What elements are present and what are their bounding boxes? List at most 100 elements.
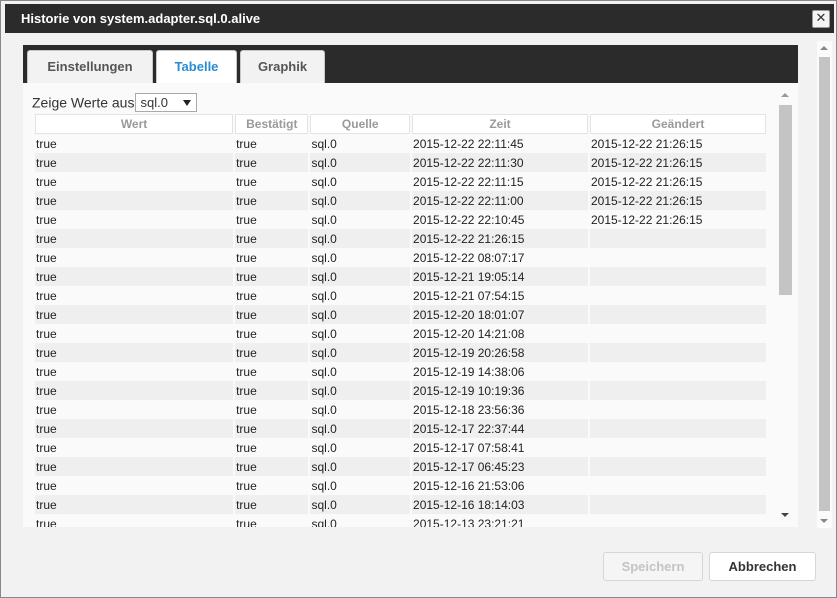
- table-scrollbar[interactable]: [777, 87, 794, 521]
- tab-einstellungen[interactable]: Einstellungen: [27, 50, 153, 83]
- column-header-wert[interactable]: Wert: [35, 114, 234, 134]
- cell-zeit: 2015-12-20 18:01:07: [412, 305, 588, 324]
- cell-geaendert: [590, 362, 766, 381]
- table-tab-content: Zeige Werte aus sql.0 Wert Bestätigt Quel…: [23, 83, 798, 527]
- cell-wert: true: [36, 402, 57, 417]
- scroll-up-arrow-icon[interactable]: [820, 46, 828, 50]
- table-row[interactable]: true true sql.0 2015-12-22 08:07:17: [35, 248, 766, 267]
- cell-zeit: 2015-12-17 22:37:44: [412, 419, 588, 438]
- table-row[interactable]: true true sql.0 2015-12-19 14:38:06: [35, 362, 766, 381]
- cell-zeit: 2015-12-17 06:45:23: [412, 457, 588, 476]
- cell-geaendert: [590, 343, 766, 362]
- cell-bestaetigt: true: [235, 343, 309, 362]
- table-row[interactable]: true true sql.0 2015-12-22 22:11:15 2015-12-…: [35, 172, 766, 191]
- table-row[interactable]: true true sql.0 2015-12-20 18:01:07: [35, 305, 766, 324]
- scroll-up-arrow-icon[interactable]: [781, 93, 789, 97]
- tab-tabelle[interactable]: Tabelle: [156, 50, 237, 83]
- cell-geaendert: [590, 286, 766, 305]
- cell-wert: true: [35, 381, 234, 400]
- table-scrollbar-thumb[interactable]: [779, 105, 792, 295]
- table-row[interactable]: true true sql.0 2015-12-19 10:19:36: [35, 381, 766, 400]
- cell-quelle: sql.0: [311, 212, 337, 227]
- cell-bestaetigt: true: [235, 457, 309, 476]
- column-header-quelle[interactable]: Quelle: [310, 114, 411, 134]
- cell-quelle: sql.0: [311, 516, 337, 528]
- cell-bestaetigt: true: [235, 381, 309, 400]
- column-header-zeit[interactable]: Zeit: [412, 114, 588, 134]
- table-row[interactable]: true true sql.0 2015-12-22 22:11:30 2015-12-…: [35, 153, 766, 172]
- cell-quelle: sql.0: [311, 250, 337, 265]
- cell-zeit: 2015-12-16 18:14:03: [412, 495, 588, 514]
- tab-graphik[interactable]: Graphik: [240, 50, 325, 83]
- close-icon: ✕: [815, 11, 827, 26]
- cell-quelle: sql.0: [311, 136, 337, 151]
- cell-bestaetigt: true: [236, 402, 257, 417]
- dialog-title: Historie von system.adapter.sql.0.alive: [21, 11, 261, 26]
- table-row[interactable]: true true sql.0 2015-12-17 07:58:41: [35, 438, 766, 457]
- table-row[interactable]: true true sql.0 2015-12-13 23:21:21: [35, 514, 766, 528]
- dialog-titlebar[interactable]: Historie von system.adapter.sql.0.alive …: [5, 4, 834, 33]
- source-select-value: sql.0: [140, 95, 168, 110]
- cell-quelle: sql.0: [310, 153, 411, 172]
- scroll-down-arrow-icon[interactable]: [820, 519, 828, 523]
- cell-wert: true: [36, 288, 57, 303]
- table-body: true true sql.0 2015-12-22 22:11:45 2015-12-…: [35, 134, 766, 527]
- cell-zeit: 2015-12-19 14:38:06: [413, 364, 525, 379]
- cell-zeit: 2015-12-22 22:11:30: [412, 153, 588, 172]
- table-row[interactable]: true true sql.0 2015-12-22 21:26:15: [35, 229, 766, 248]
- cell-bestaetigt: true: [235, 495, 309, 514]
- table-row[interactable]: true true sql.0 2015-12-22 22:11:00 2015-12-…: [35, 191, 766, 210]
- save-button[interactable]: Speichern: [603, 552, 703, 581]
- close-button[interactable]: ✕: [812, 10, 830, 28]
- source-select[interactable]: sql.0: [135, 93, 198, 112]
- column-header-bestaetigt[interactable]: Bestätigt: [235, 114, 309, 134]
- cell-bestaetigt: true: [236, 364, 257, 379]
- table-row[interactable]: true true sql.0 2015-12-17 06:45:23: [35, 457, 766, 476]
- cell-geaendert: [590, 438, 766, 457]
- table-row[interactable]: true true sql.0 2015-12-22 22:10:45 2015-12-…: [35, 210, 766, 229]
- table-header-row: Wert Bestätigt Quelle Zeit Geändert: [35, 114, 766, 134]
- tab-bar: Einstellungen Tabelle Graphik: [23, 45, 798, 83]
- table-row[interactable]: true true sql.0 2015-12-17 22:37:44: [35, 419, 766, 438]
- cell-zeit: 2015-12-17 07:58:41: [413, 440, 525, 455]
- table-row[interactable]: true true sql.0 2015-12-22 22:11:45 2015-12-…: [35, 134, 766, 153]
- column-header-geaendert[interactable]: Geändert: [590, 114, 766, 134]
- table-row[interactable]: true true sql.0 2015-12-21 07:54:15: [35, 286, 766, 305]
- cell-quelle: sql.0: [310, 191, 411, 210]
- table-row[interactable]: true true sql.0 2015-12-16 18:14:03: [35, 495, 766, 514]
- table-row[interactable]: true true sql.0 2015-12-21 19:05:14: [35, 267, 766, 286]
- cell-wert: true: [36, 478, 57, 493]
- source-filter: Zeige Werte aus sql.0: [32, 93, 198, 112]
- cell-bestaetigt: true: [236, 478, 257, 493]
- cell-quelle: sql.0: [311, 174, 337, 189]
- cell-zeit: 2015-12-13 23:21:21: [413, 516, 525, 528]
- dialog-scrollbar-thumb[interactable]: [819, 57, 830, 511]
- cell-wert: true: [36, 250, 57, 265]
- cell-zeit: 2015-12-22 08:07:17: [413, 250, 525, 265]
- table-row[interactable]: true true sql.0 2015-12-19 20:26:58: [35, 343, 766, 362]
- table-row[interactable]: true true sql.0 2015-12-20 14:21:08: [35, 324, 766, 343]
- cell-bestaetigt: true: [236, 212, 257, 227]
- cancel-button[interactable]: Abbrechen: [709, 552, 816, 581]
- cell-geaendert: [590, 495, 766, 514]
- chevron-down-icon: [183, 100, 192, 106]
- cell-zeit: 2015-12-22 22:11:45: [413, 136, 524, 151]
- cell-geaendert: [590, 305, 766, 324]
- scroll-down-arrow-icon[interactable]: [781, 513, 789, 517]
- cell-bestaetigt: true: [235, 153, 309, 172]
- cell-quelle: sql.0: [310, 381, 411, 400]
- cell-geaendert: [590, 400, 766, 419]
- cell-quelle: sql.0: [310, 267, 411, 286]
- cell-wert: true: [35, 229, 234, 248]
- cell-geaendert: [590, 457, 766, 476]
- table-row[interactable]: true true sql.0 2015-12-16 21:53:06: [35, 476, 766, 495]
- cell-wert: true: [36, 440, 57, 455]
- cell-bestaetigt: true: [235, 419, 309, 438]
- cell-wert: true: [36, 516, 57, 528]
- table-row[interactable]: true true sql.0 2015-12-18 23:56:36: [35, 400, 766, 419]
- cell-zeit: 2015-12-21 19:05:14: [412, 267, 588, 286]
- cell-quelle: sql.0: [311, 326, 337, 341]
- cell-quelle: sql.0: [310, 305, 411, 324]
- cell-geaendert: 2015-12-22 21:26:15: [590, 153, 766, 172]
- dialog-scrollbar[interactable]: [817, 41, 832, 528]
